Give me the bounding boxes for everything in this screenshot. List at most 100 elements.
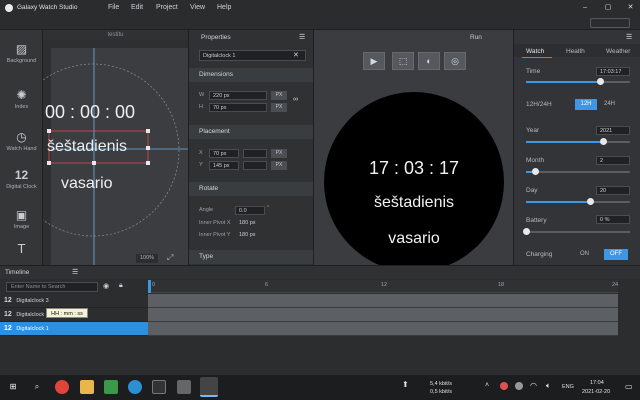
properties-menu-icon[interactable]: ☰ (299, 33, 305, 41)
panel-menu-icon[interactable]: ☰ (626, 33, 632, 41)
green-app-icon[interactable] (104, 380, 118, 394)
menu-file[interactable]: File (108, 4, 119, 11)
layout-toggle-icon[interactable] (590, 18, 630, 28)
width-field[interactable]: 220 px (209, 91, 267, 100)
ruler-tick-6: 6 (265, 282, 269, 288)
month-slider-knob[interactable] (532, 168, 540, 175)
menu-help[interactable]: Help (217, 4, 231, 11)
tray-chevron-icon[interactable]: ˄ (485, 382, 489, 389)
fit-screen-icon[interactable]: ⤢ (167, 253, 173, 263)
aod-button[interactable]: ⬚ (392, 52, 414, 70)
menu-edit[interactable]: Edit (131, 4, 143, 11)
time-slider[interactable] (526, 78, 630, 85)
terminal-icon[interactable] (152, 380, 166, 394)
angle-field[interactable]: 0.0 (235, 206, 265, 215)
timeline-track[interactable] (148, 294, 618, 308)
language-indicator[interactable]: ENG (562, 384, 574, 390)
playhead[interactable] (148, 280, 151, 293)
tab-health[interactable]: Health (566, 48, 585, 55)
tool-watch-hand[interactable]: ◷ Watch Hand (0, 130, 43, 152)
background-icon: ▨ (15, 42, 28, 56)
stack-app-icon[interactable] (177, 380, 191, 394)
year-field[interactable]: 2021 (596, 126, 630, 135)
timeline-track[interactable] (148, 322, 618, 336)
notifications-icon[interactable]: ▭ (625, 382, 633, 391)
section-type[interactable]: Type (189, 250, 314, 264)
y-unit-button[interactable]: PX (271, 161, 287, 170)
clock-date[interactable]: 2021-02-20 (582, 389, 610, 395)
layer-name: Digitalclock 2 (16, 312, 49, 318)
tool-index[interactable]: ✺ Index (0, 88, 43, 110)
tray-app-icon[interactable] (500, 382, 508, 390)
year-slider[interactable] (526, 138, 630, 145)
day-slider-fill (526, 201, 591, 203)
timeline-track[interactable] (148, 308, 618, 322)
design-canvas[interactable]: testitu 00 : 00 : 00 šeštadienis vasario… (43, 30, 188, 265)
y-secondary-field[interactable] (243, 161, 267, 170)
tab-watch[interactable]: Watch (526, 48, 544, 55)
day-field[interactable]: 20 (596, 186, 630, 195)
windows-taskbar: ⊞ ⌕ ⬆ 5,4 kbit/s 0,5 kbit/s ˄ ◠ 🔈︎ ENG 1… (0, 375, 640, 400)
chrome-icon[interactable] (55, 380, 69, 394)
charging-off-option[interactable]: OFF (604, 249, 628, 260)
link-ratio-icon[interactable]: ∞ (293, 96, 298, 103)
tool-text[interactable]: T (0, 242, 43, 258)
month-field[interactable]: 2 (596, 156, 630, 165)
time-field[interactable]: 17:03:17 (596, 67, 630, 76)
battery-field[interactable]: 0 % (596, 215, 630, 224)
menu-view[interactable]: View (190, 4, 205, 11)
clear-name-icon[interactable]: ✕ (293, 51, 299, 59)
x-secondary-field[interactable] (243, 149, 267, 158)
layer-name: Digitalclock 1 (16, 326, 49, 332)
clock-time[interactable]: 17:04 (590, 380, 604, 386)
pivot-y-value[interactable]: 180 px (239, 232, 256, 238)
option-12h[interactable]: 12H (575, 99, 597, 110)
volume-icon[interactable]: 🔈︎ (546, 381, 551, 391)
edge-icon[interactable] (128, 380, 142, 394)
year-slider-knob[interactable] (599, 138, 607, 145)
visibility-eye-icon[interactable]: ◉ (103, 282, 109, 290)
timeline-menu-icon[interactable]: ☰ (72, 266, 78, 279)
search-icon[interactable]: ⌕ (30, 380, 44, 394)
height-unit-button[interactable]: PX (271, 103, 287, 112)
y-field[interactable]: 145 px (209, 161, 239, 170)
tool-background[interactable]: ▨ Background (0, 42, 43, 64)
width-unit-button[interactable]: PX (271, 91, 287, 100)
canvas-tab[interactable]: testitu (43, 30, 188, 40)
pivot-x-value[interactable]: 180 px (239, 220, 256, 226)
file-explorer-icon[interactable] (80, 380, 94, 394)
menu-project[interactable]: Project (156, 4, 178, 11)
play-button[interactable]: ▶ (363, 52, 385, 70)
start-button[interactable]: ⊞ (6, 380, 20, 394)
x-field[interactable]: 70 px (209, 149, 239, 158)
tool-digital-clock[interactable]: 12 Digital Clock (0, 168, 43, 190)
section-rotate[interactable]: Rotate (189, 182, 314, 196)
section-dimensions[interactable]: Dimensions (189, 68, 314, 82)
option-24h[interactable]: 24H (604, 101, 615, 107)
timeline-layer[interactable]: 12 Digitalclock 3 (0, 294, 148, 308)
battery-slider[interactable] (523, 228, 630, 235)
tab-weather[interactable]: Weather (606, 48, 630, 55)
charging-on-option[interactable]: ON (580, 251, 589, 257)
timeline-layer-selected[interactable]: 12 Digitalclock 1 (0, 322, 148, 336)
height-field[interactable]: 70 px (209, 103, 267, 112)
day-slider-knob[interactable] (587, 198, 595, 205)
run-panel: Run ▶ ⬚ ◐ ◎ 17 : 03 : 17 šeštadienis vas… (313, 30, 513, 272)
tray-app-icon[interactable] (515, 382, 523, 390)
lock-icon[interactable]: 🔒︎ (119, 282, 123, 290)
galaxy-watch-studio-taskbar-icon[interactable] (200, 377, 218, 397)
element-name-field[interactable]: Digitalclock 1 (199, 50, 306, 61)
x-unit-button[interactable]: PX (271, 149, 287, 158)
wifi-icon[interactable]: ◠ (530, 381, 537, 390)
section-placement[interactable]: Placement (189, 125, 314, 139)
angle-unit: ° (267, 205, 270, 211)
battery-slider-knob[interactable] (523, 228, 530, 235)
bezel-button[interactable]: ◎ (444, 52, 466, 70)
day-slider[interactable] (526, 198, 630, 205)
zoom-level[interactable]: 100% (136, 254, 158, 263)
time-slider-knob[interactable] (596, 78, 604, 85)
ambient-button[interactable]: ◐ (418, 52, 440, 70)
month-slider[interactable] (526, 168, 630, 175)
tool-image[interactable]: ▣ Image (0, 208, 43, 230)
timeline-search-input[interactable]: Enter Name to Search (6, 282, 98, 292)
